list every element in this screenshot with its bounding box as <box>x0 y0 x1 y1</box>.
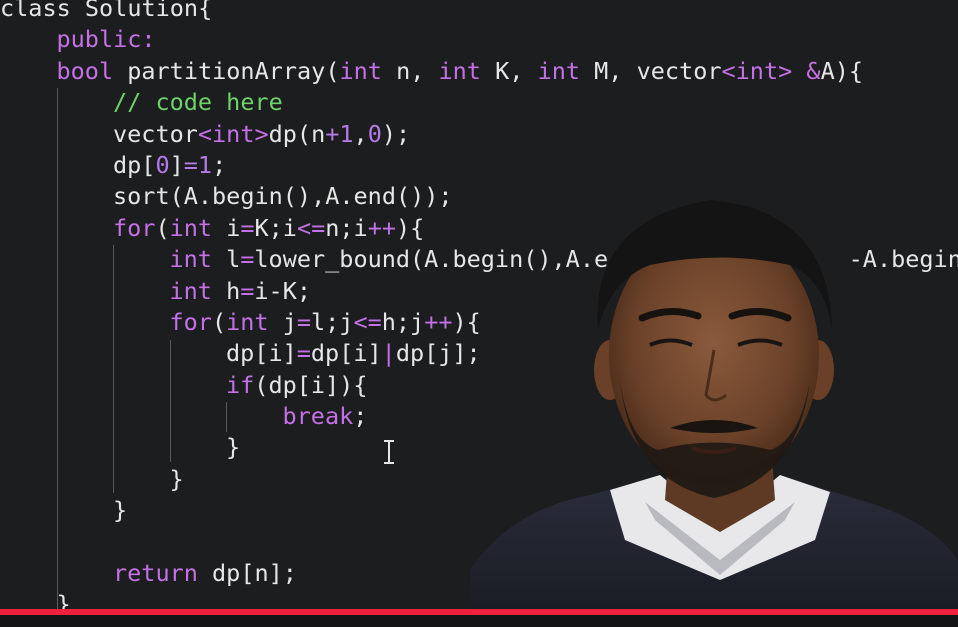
code-token: dp[ <box>113 150 156 179</box>
video-bottom-strip <box>0 615 958 627</box>
code-token: & <box>806 56 821 85</box>
code-token: n, <box>381 56 439 85</box>
code-token: dp[j]; <box>395 339 481 368</box>
video-frame[interactable]: class Solution{ public: bool partitionArra… <box>0 0 958 627</box>
code-token: bool <box>56 56 114 85</box>
code-token: // code here <box>113 88 283 117</box>
code-line: bool partitionArray(int n, int K, int M,… <box>0 56 958 87</box>
code-token: public: <box>56 25 156 54</box>
code-line: public: <box>0 24 958 55</box>
code-token: ++ <box>424 307 453 336</box>
code-token: dp[n]; <box>197 559 297 588</box>
code-token: +1 <box>325 119 354 148</box>
code-token: int <box>339 56 382 85</box>
indent-guide <box>226 402 227 432</box>
code-token: } <box>169 464 184 493</box>
code-token: vector <box>113 119 198 148</box>
code-token: <int> <box>721 56 793 85</box>
code-token: K;i <box>254 213 297 242</box>
code-token: break <box>282 402 354 431</box>
code-token: class Solution{ <box>0 0 213 22</box>
code-token: ; <box>353 402 368 431</box>
indent-guide <box>57 88 58 613</box>
code-token: } <box>113 496 128 525</box>
code-token: ( <box>211 307 227 336</box>
code-token: , <box>353 119 368 148</box>
code-token: = <box>240 245 255 274</box>
code-token: int <box>169 213 213 242</box>
code-token: l;j <box>311 307 354 336</box>
code-token: = <box>240 276 255 305</box>
code-line: dp[0]=1; <box>0 150 958 181</box>
code-token: int <box>169 276 212 305</box>
code-token: j <box>268 307 297 336</box>
code-token: n;i <box>325 213 368 242</box>
code-token: ){ <box>396 213 425 242</box>
code-token: ); <box>381 119 411 148</box>
code-token: ; <box>212 150 227 179</box>
code-token: int <box>226 307 269 336</box>
code-token: K, <box>480 56 538 85</box>
code-token: i-K; <box>254 276 311 305</box>
code-line: vector<int>dp(n+1,0); <box>0 119 958 150</box>
code-token: int <box>537 56 581 85</box>
code-token: ( <box>155 213 170 242</box>
code-token: 0 <box>155 150 170 179</box>
code-token: l <box>211 245 241 274</box>
code-token: for <box>169 307 212 336</box>
code-token: <= <box>296 213 326 242</box>
code-token: sort(A.begin(),A.end()); <box>113 182 453 211</box>
code-token: } <box>226 433 241 462</box>
code-token: 0 <box>367 119 382 148</box>
code-token: A){ <box>820 56 864 85</box>
indent-guide <box>113 245 114 493</box>
code-token: dp(n <box>268 119 326 148</box>
code-token: ] <box>169 150 184 179</box>
code-token: <= <box>353 307 382 336</box>
code-token: = <box>296 307 312 336</box>
code-token: M, vector <box>580 56 722 85</box>
code-token: return <box>113 559 198 588</box>
text-cursor-icon <box>384 440 394 464</box>
code-token: int <box>169 245 212 274</box>
code-token: = <box>296 339 311 368</box>
code-token: i <box>212 213 241 242</box>
code-token: = <box>240 213 255 242</box>
code-token: <int> <box>197 119 269 148</box>
code-token: =1 <box>183 150 213 179</box>
code-line: class Solution{ <box>0 0 958 24</box>
code-token: ++ <box>367 213 397 242</box>
code-token: if <box>226 370 255 399</box>
code-token: (dp[i]){ <box>254 370 368 399</box>
code-token: dp[i] <box>226 339 297 368</box>
code-token: h <box>211 276 241 305</box>
code-token: int <box>438 56 481 85</box>
presenter-webcam <box>470 200 958 627</box>
code-token: dp[i] <box>310 339 382 368</box>
code-token: h;j <box>381 307 425 336</box>
indent-guide <box>170 340 171 462</box>
code-token: for <box>113 213 156 242</box>
code-token: partitionArray( <box>113 56 340 85</box>
code-token: | <box>381 339 396 368</box>
code-line: // code here <box>0 87 958 118</box>
